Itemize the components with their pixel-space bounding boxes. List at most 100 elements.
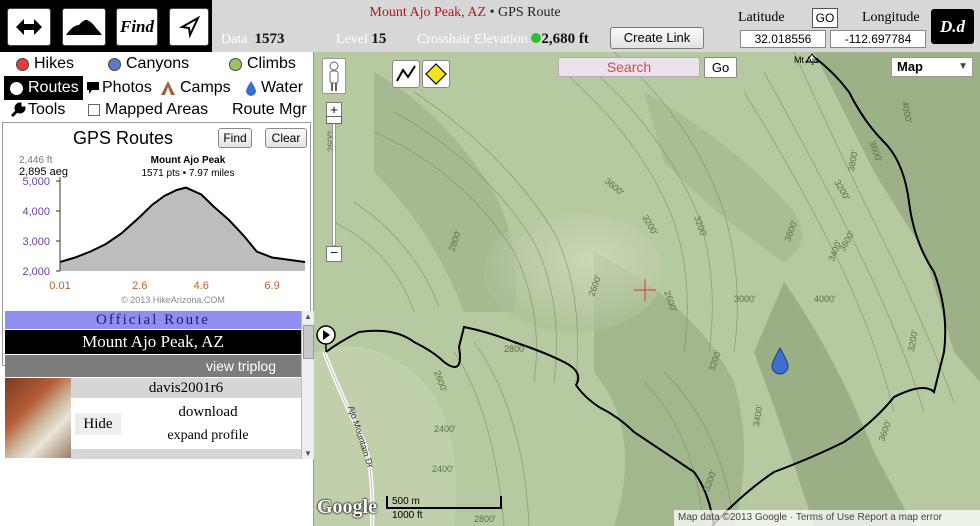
draw-line-button[interactable] (392, 60, 420, 88)
nav-photos-label: Photos (102, 79, 152, 96)
decimal-degrees-button[interactable]: D.d (931, 9, 974, 44)
nav-hikes[interactable]: Hikes (16, 52, 74, 76)
data-label: Data (221, 32, 248, 47)
route-title-suffix: • GPS Route (486, 5, 561, 20)
gps-clear-button[interactable]: Clear (265, 128, 307, 148)
navigation-arrow-icon (178, 16, 200, 38)
nav-routes-label: Routes (28, 79, 79, 96)
zoom-slider-handle[interactable] (326, 116, 342, 124)
elevation-area (60, 187, 305, 271)
canyons-dot-icon (108, 57, 121, 71)
nav-route-mgr[interactable]: Route Mgr (232, 98, 307, 122)
climbs-dot-icon (229, 57, 242, 71)
scale-imperial-label: 1000 ft (392, 510, 423, 521)
nav-mapped-areas-label: Mapped Areas (105, 101, 209, 118)
contour-elevation-label: 4000' (814, 294, 836, 304)
photo-flag-icon (87, 82, 99, 94)
level-value: 15 (371, 31, 387, 47)
data-stat: Data 1573 (221, 31, 284, 48)
scroll-down-arrow-icon[interactable]: ▼ (304, 449, 312, 458)
nav-row-3: Tools Mapped Areas Route Mgr (0, 98, 314, 122)
nav-hikes-label: Hikes (34, 55, 75, 72)
navigation-button[interactable] (169, 8, 209, 46)
scroll-up-arrow-icon[interactable]: ▲ (304, 312, 312, 321)
gps-routes-title: GPS Routes (73, 128, 174, 148)
map-view[interactable]: Mt Ajo Ajo Mountain Dr 4000' 3600' 3200' 36… (314, 52, 980, 526)
hikes-dot-icon (16, 57, 29, 71)
aeg-label: 2,895 aeg (19, 166, 68, 178)
route-photo-thumbnail[interactable] (5, 378, 71, 458)
level-stat: Level 15 (336, 31, 386, 48)
nav-tools[interactable]: Tools (10, 98, 65, 122)
marker-button[interactable] (422, 60, 450, 88)
street-view-pegman[interactable] (322, 58, 346, 94)
map-go-button[interactable]: Go (704, 57, 737, 78)
chevron-down-icon: ▼ (958, 61, 968, 72)
top-bar: Find Mount Ajo Peak, AZ • GPS Route Data… (0, 0, 980, 52)
mountain-icon (66, 19, 102, 35)
nav-photos[interactable]: Photos (86, 76, 152, 100)
map-type-value: Map (897, 59, 923, 74)
gps-find-button[interactable]: Find (218, 128, 252, 148)
green-dot-icon (531, 33, 542, 43)
sidebar: Hikes Canyons Climbs Routes Photos Camps… (0, 52, 315, 526)
zoom-slider-track[interactable] (332, 118, 336, 246)
hide-button[interactable]: Hide (75, 413, 121, 435)
map-attribution[interactable]: Map data ©2013 Google · Terms of Use Rep… (674, 510, 980, 526)
nav-climbs[interactable]: Climbs (229, 52, 296, 76)
map-type-select[interactable]: Map ▼ (891, 57, 973, 77)
x-tick-label: 2.6 (132, 280, 147, 292)
nav-mapped-areas[interactable]: Mapped Areas (88, 98, 208, 122)
x-tick-label: 0.01 (49, 280, 70, 292)
route-title-peak: Mount Ajo Peak, AZ (369, 5, 487, 20)
google-logo: Google (317, 496, 377, 518)
tent-icon (161, 81, 175, 95)
contour-elevation-label: 2400' (432, 464, 454, 474)
scroll-thumb[interactable] (303, 325, 314, 359)
nav-tools-label: Tools (28, 101, 66, 118)
nav-row-2: Routes Photos Camps Water (0, 76, 314, 100)
wrench-icon (10, 102, 26, 118)
download-link[interactable]: download (153, 404, 263, 421)
zoom-out-button[interactable]: − (326, 246, 342, 262)
data-value: 1573 (254, 31, 285, 47)
chart-title: Mount Ajo Peak (151, 155, 226, 166)
terrain-map[interactable]: Mt Ajo Ajo Mountain Dr 4000'3600'3200'36… (314, 52, 980, 526)
expand-profile-link[interactable]: expand profile (153, 428, 263, 444)
y-tick-label: 3,000 (22, 236, 50, 248)
latitude-input[interactable]: 32.018556 (740, 30, 826, 48)
elevation-profile-chart[interactable]: 2,0003,0004,0005,0000.01 2.6 4.6 6.9 2,446 … (3, 151, 310, 311)
latitude-label: Latitude (738, 10, 785, 25)
mapped-areas-checkbox[interactable] (88, 104, 100, 116)
scale-bar: 500 m 1000 ft (386, 496, 502, 522)
map-search-input[interactable]: Search (558, 57, 700, 77)
crosshair-elevation-stat: Crosshair Elevation 2,680 ft (417, 31, 589, 48)
level-label: Level (336, 32, 368, 47)
left-right-arrows-icon (16, 19, 42, 35)
crosshair-value: 2,680 ft (541, 31, 589, 47)
nav-camps[interactable]: Camps (160, 76, 231, 100)
left-right-arrows-button[interactable] (7, 8, 51, 46)
route-title: Mount Ajo Peak, AZ • GPS Route (212, 5, 718, 21)
nav-canyons[interactable]: Canyons (108, 52, 189, 76)
nav-canyons-label: Canyons (126, 55, 190, 72)
panel-scrollbar[interactable]: ▲ ▼ (301, 311, 315, 459)
nav-row-1: Hikes Canyons Climbs (0, 52, 314, 76)
info-strip (71, 449, 301, 459)
go-button[interactable]: GO (812, 8, 838, 28)
view-triplog-link[interactable]: view triplog (5, 355, 301, 377)
x-tick-label: 6.9 (264, 280, 279, 292)
longitude-input[interactable]: -112.697784 (830, 30, 926, 48)
nav-water[interactable]: Water (245, 76, 303, 100)
y-tick-label: 4,000 (22, 206, 50, 218)
find-button[interactable]: Find (116, 8, 158, 46)
scale-metric-label: 500 m (392, 496, 420, 507)
routes-dot-icon (10, 81, 23, 95)
route-author[interactable]: davis2001r6 (71, 378, 301, 398)
mountain-button[interactable] (62, 8, 106, 46)
create-link-button[interactable]: Create Link (610, 27, 704, 49)
crosshair-label: Crosshair Elevation (417, 32, 528, 47)
peak-label: Mt Ajo (794, 55, 819, 65)
nav-camps-label: Camps (180, 79, 231, 96)
nav-routes[interactable]: Routes (4, 76, 83, 100)
